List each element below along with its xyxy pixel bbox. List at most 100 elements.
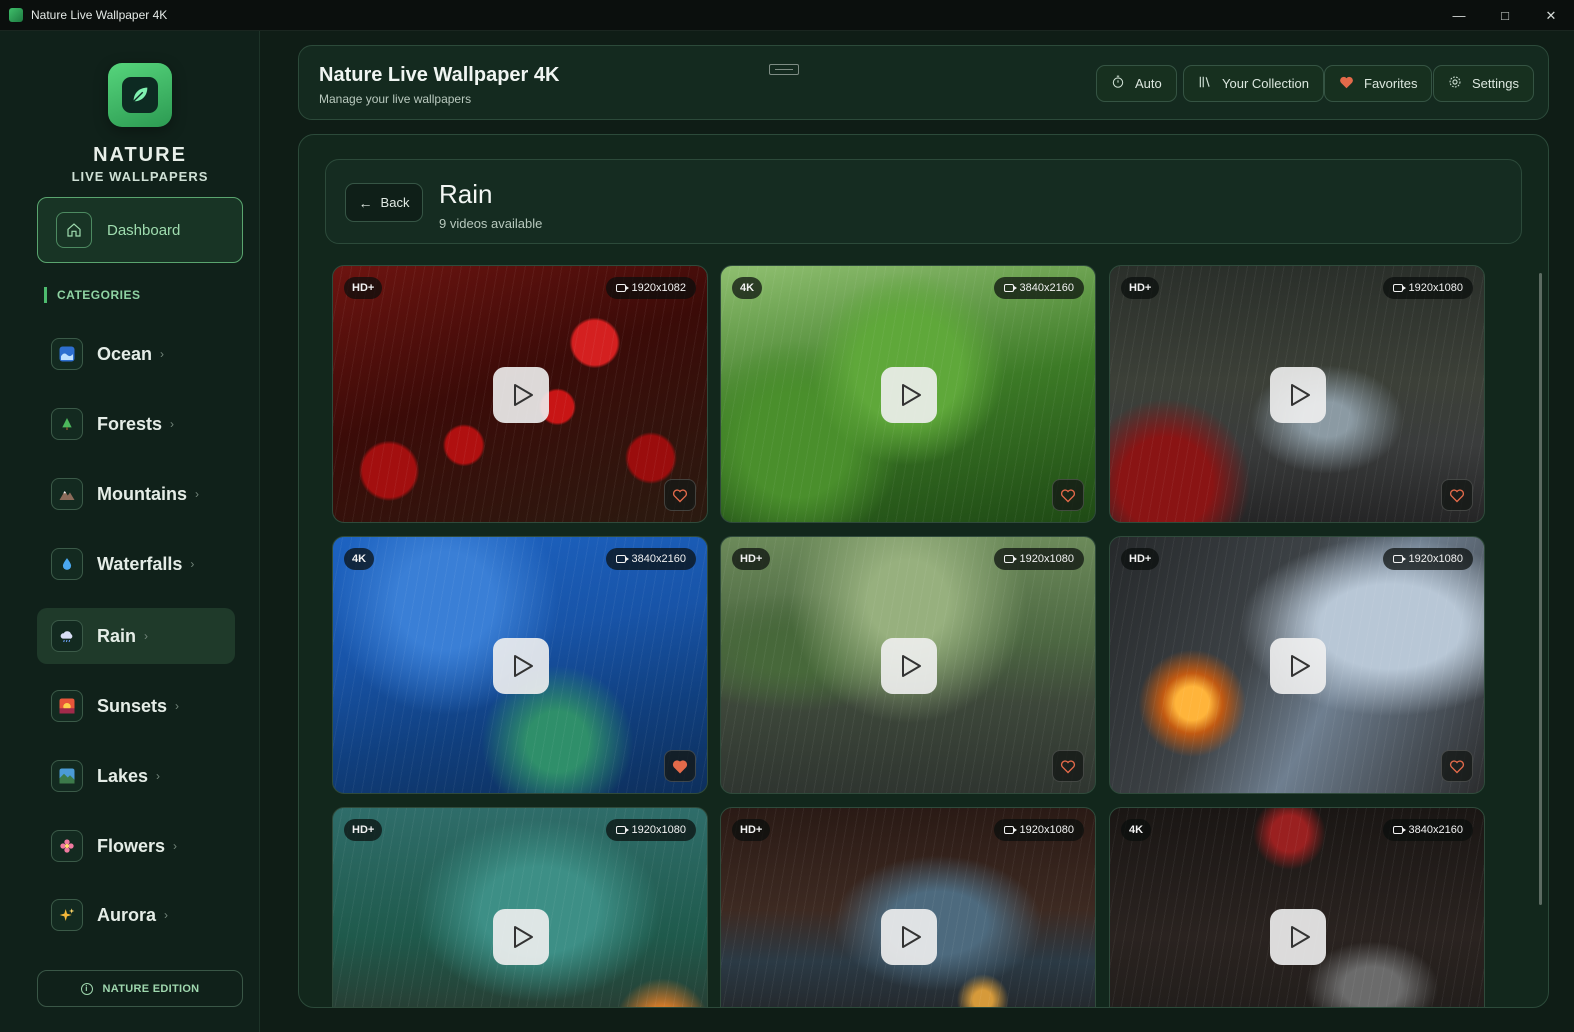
resolution-badge: 3840x2160 [605, 548, 696, 570]
play-button[interactable] [1270, 367, 1326, 423]
categories-heading: CATEGORIES [44, 287, 140, 303]
sidebar-item-lakes[interactable]: Lakes › [37, 748, 235, 804]
heart-icon [1449, 488, 1465, 502]
play-button[interactable] [881, 909, 937, 965]
video-card[interactable]: HD+ 1920x1082 [332, 265, 708, 523]
sparkle-icon [51, 899, 83, 931]
favorite-button[interactable] [1441, 750, 1473, 782]
settings-button[interactable]: Settings [1433, 65, 1534, 102]
wave-icon [51, 338, 83, 370]
category-subtitle: 9 videos available [439, 216, 543, 231]
favorites-label: Favorites [1364, 76, 1418, 91]
play-button[interactable] [493, 638, 549, 694]
video-card[interactable]: 4K 3840x2160 [1109, 807, 1485, 1007]
resolution-label: 1920x1082 [631, 282, 686, 294]
play-icon [1290, 926, 1310, 948]
play-icon [1290, 655, 1310, 677]
favorite-button[interactable] [664, 479, 696, 511]
video-card[interactable]: HD+ 1920x1080 [1109, 265, 1485, 523]
video-card[interactable]: HD+ 1920x1080 [332, 807, 708, 1007]
maximize-icon[interactable]: □ [1482, 0, 1528, 31]
quality-badge: HD+ [1121, 277, 1160, 299]
sidebar-item-label: Lakes [97, 765, 149, 786]
video-camera-icon [615, 826, 629, 834]
your-collection-button[interactable]: Your Collection [1183, 65, 1324, 102]
dashboard-button[interactable]: Dashboard [37, 197, 243, 263]
auto-button[interactable]: Auto [1096, 65, 1177, 102]
sidebar-item-aurora[interactable]: Aurora › [37, 887, 235, 943]
resolution-badge: 1920x1080 [605, 819, 696, 841]
play-button[interactable] [493, 909, 549, 965]
edition-label: NATURE EDITION [102, 982, 200, 995]
library-icon [1198, 75, 1212, 92]
resolution-badge: 3840x2160 [993, 277, 1084, 299]
chevron-right-icon: › [195, 487, 199, 501]
heart-icon [1449, 759, 1465, 773]
favorites-button[interactable]: Favorites [1324, 65, 1433, 102]
drag-handle-icon[interactable] [769, 64, 799, 75]
play-icon [1290, 384, 1310, 406]
sidebar-item-rain[interactable]: Rain › [37, 608, 235, 664]
play-button[interactable] [1270, 638, 1326, 694]
resolution-label: 1920x1080 [1019, 824, 1074, 836]
play-button[interactable] [1270, 909, 1326, 965]
heart-icon [1060, 759, 1076, 773]
resolution-badge: 1920x1080 [993, 548, 1084, 570]
lake-icon [51, 760, 83, 792]
leaf-icon [133, 87, 148, 102]
resolution-badge: 1920x1080 [1382, 548, 1473, 570]
video-camera-icon [1003, 555, 1017, 563]
heart-icon [672, 759, 688, 773]
video-camera-icon [1392, 826, 1406, 834]
quality-badge: HD+ [732, 819, 771, 841]
favorite-button[interactable] [664, 750, 696, 782]
sidebar: NATURE LIVE WALLPAPERS Dashboard CATEGOR… [0, 31, 260, 1032]
favorite-button[interactable] [1052, 479, 1084, 511]
sidebar-item-label: Forests [97, 413, 163, 434]
play-icon [901, 926, 921, 948]
category-title: Rain [439, 179, 493, 209]
play-button[interactable] [881, 638, 937, 694]
video-card[interactable]: HD+ 1920x1080 [720, 807, 1096, 1007]
gear-icon [1448, 75, 1462, 92]
sidebar-item-waterfalls[interactable]: Waterfalls › [37, 536, 235, 592]
play-icon [513, 655, 533, 677]
sidebar-item-mountains[interactable]: Mountains › [37, 466, 235, 522]
category-header: ← Back Rain 9 videos available [325, 159, 1522, 244]
sidebar-item-flowers[interactable]: Flowers › [37, 818, 235, 874]
video-card[interactable]: HD+ 1920x1080 [720, 536, 1096, 794]
video-card[interactable]: 4K 3840x2160 [332, 536, 708, 794]
main-content: ← Back Rain 9 videos available HD+ 1920x1… [298, 134, 1549, 1008]
collection-label: Your Collection [1222, 76, 1309, 91]
resolution-label: 1920x1080 [631, 824, 686, 836]
info-icon: i [80, 982, 93, 995]
sidebar-item-forests[interactable]: Forests › [37, 396, 235, 452]
favorite-button[interactable] [1441, 479, 1473, 511]
resolution-badge: 1920x1082 [605, 277, 696, 299]
scrollbar[interactable] [1539, 273, 1542, 905]
sidebar-item-sunsets[interactable]: Sunsets › [37, 678, 235, 734]
sidebar-item-ocean[interactable]: Ocean › [37, 326, 235, 382]
video-camera-icon [1392, 555, 1406, 563]
video-camera-icon [1392, 284, 1406, 292]
chevron-right-icon: › [144, 629, 149, 643]
window-title: Nature Live Wallpaper 4K [31, 8, 168, 22]
arrow-left-icon: ← [358, 194, 373, 211]
back-button[interactable]: ← Back [345, 183, 423, 222]
play-button[interactable] [493, 367, 549, 423]
video-card[interactable]: 4K 3840x2160 [720, 265, 1096, 523]
video-camera-icon [1003, 826, 1017, 834]
play-icon [513, 926, 533, 948]
sidebar-item-label: Rain [97, 625, 137, 646]
favorite-button[interactable] [1052, 750, 1084, 782]
resolution-label: 1920x1080 [1408, 282, 1463, 294]
minimize-icon[interactable]: — [1436, 0, 1482, 31]
play-button[interactable] [881, 367, 937, 423]
video-camera-icon [615, 284, 629, 292]
close-icon[interactable]: ✕ [1528, 0, 1574, 31]
video-card[interactable]: HD+ 1920x1080 [1109, 536, 1485, 794]
mountain-icon [51, 478, 83, 510]
rain-cloud-icon [51, 620, 83, 652]
quality-badge: HD+ [732, 548, 771, 570]
chevron-right-icon: › [170, 417, 175, 431]
